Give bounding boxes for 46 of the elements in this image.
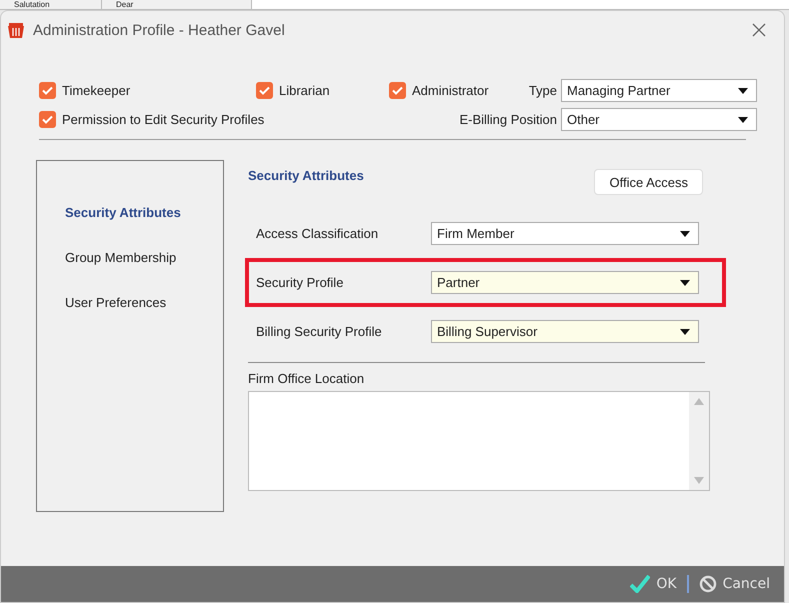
checkbox[interactable] bbox=[39, 111, 56, 128]
field-label: Firm Office Location bbox=[248, 371, 366, 386]
office-access-button[interactable]: Office Access bbox=[594, 169, 703, 195]
checkbox-label: Timekeeper bbox=[62, 83, 130, 98]
checkbox[interactable] bbox=[256, 82, 273, 99]
caret-icon bbox=[680, 280, 690, 286]
close-icon bbox=[752, 23, 766, 37]
cancel-button[interactable]: Cancel bbox=[694, 575, 774, 593]
scrollbar[interactable] bbox=[689, 392, 709, 490]
checkbox-label: Librarian bbox=[279, 83, 330, 98]
dropdown[interactable]: Firm Member bbox=[431, 222, 699, 245]
check-icon bbox=[259, 86, 270, 95]
field-label: Type bbox=[528, 83, 558, 98]
position-dropdown[interactable]: Other bbox=[561, 108, 757, 131]
scroll-down-icon[interactable] bbox=[694, 477, 704, 484]
checkbox-label: Administrator bbox=[412, 83, 489, 98]
check-icon bbox=[42, 86, 53, 95]
dropdown[interactable]: Partner bbox=[431, 271, 699, 294]
location-text-area[interactable] bbox=[248, 391, 710, 491]
ok-button[interactable]: OK bbox=[626, 575, 681, 593]
check-icon bbox=[42, 115, 53, 124]
caret-icon bbox=[738, 116, 748, 122]
window-title: Administration Profile - Heather Gavel bbox=[33, 22, 286, 38]
field-label: Security Profile bbox=[256, 275, 344, 290]
checkbox[interactable] bbox=[389, 82, 406, 99]
prohibited-icon bbox=[698, 575, 717, 593]
scroll-up-icon[interactable] bbox=[694, 398, 704, 405]
check-icon bbox=[630, 575, 650, 593]
check-icon bbox=[392, 86, 403, 95]
dropdown[interactable]: Billing Supervisor bbox=[431, 320, 699, 343]
caret-icon bbox=[738, 88, 748, 94]
checkbox-label: Permission to Edit Security Profiles bbox=[62, 112, 264, 127]
nav-item[interactable]: User Preferences bbox=[65, 295, 223, 310]
field-label: Access Classification bbox=[256, 226, 380, 241]
nav-item[interactable]: Group Membership bbox=[65, 250, 223, 265]
caret-icon bbox=[680, 230, 690, 236]
field-label: Billing Security Profile bbox=[256, 324, 383, 339]
checkbox[interactable] bbox=[39, 82, 56, 99]
section-title: Security Attributes bbox=[248, 167, 364, 183]
table-cell: Salutation bbox=[0, 0, 102, 9]
caret-icon bbox=[680, 328, 690, 334]
field-label: E-Billing Position bbox=[458, 112, 558, 127]
app-logo-icon bbox=[7, 21, 25, 39]
nav-item[interactable]: Security Attributes bbox=[65, 205, 223, 220]
table-cell: Dear bbox=[102, 0, 252, 9]
type-dropdown[interactable]: Managing Partner bbox=[561, 79, 757, 102]
